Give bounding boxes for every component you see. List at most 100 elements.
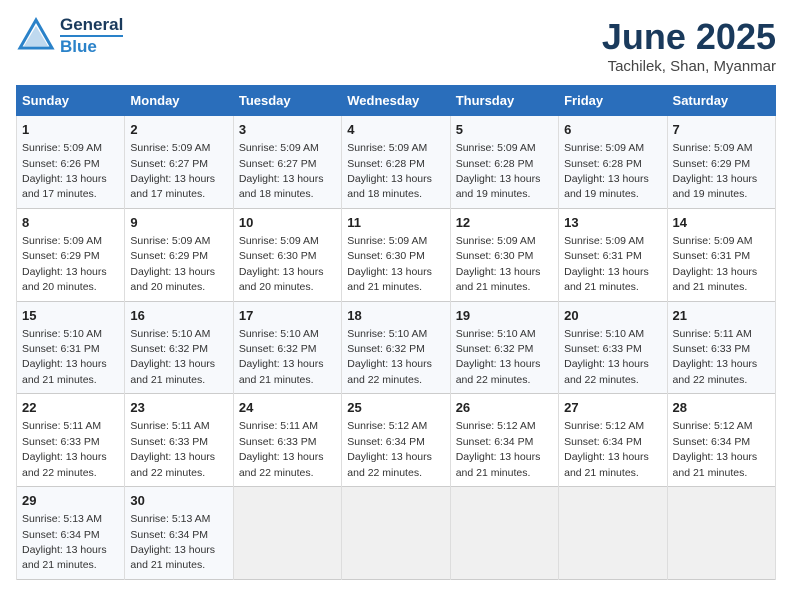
calendar-cell: 4 Sunrise: 5:09 AMSunset: 6:28 PMDayligh… — [342, 116, 450, 209]
calendar-cell: 6 Sunrise: 5:09 AMSunset: 6:28 PMDayligh… — [559, 116, 667, 209]
main-title: June 2025 — [602, 16, 776, 58]
logo-line2: Blue — [60, 35, 123, 57]
calendar-cell: 25 Sunrise: 5:12 AMSunset: 6:34 PMDaylig… — [342, 394, 450, 487]
cell-sunrise: Sunrise: 5:09 AMSunset: 6:27 PMDaylight:… — [239, 142, 324, 200]
day-number: 24 — [239, 399, 336, 417]
day-number: 7 — [673, 121, 770, 139]
calendar-cell: 12 Sunrise: 5:09 AMSunset: 6:30 PMDaylig… — [450, 208, 558, 301]
cell-sunrise: Sunrise: 5:12 AMSunset: 6:34 PMDaylight:… — [564, 420, 649, 478]
day-number: 26 — [456, 399, 553, 417]
cell-sunrise: Sunrise: 5:09 AMSunset: 6:31 PMDaylight:… — [673, 235, 758, 293]
calendar-cell: 14 Sunrise: 5:09 AMSunset: 6:31 PMDaylig… — [667, 208, 775, 301]
cell-sunrise: Sunrise: 5:10 AMSunset: 6:32 PMDaylight:… — [130, 328, 215, 386]
cell-sunrise: Sunrise: 5:11 AMSunset: 6:33 PMDaylight:… — [130, 420, 215, 478]
day-number: 2 — [130, 121, 227, 139]
header: General Blue June 2025 Tachilek, Shan, M… — [16, 16, 776, 75]
cell-sunrise: Sunrise: 5:09 AMSunset: 6:26 PMDaylight:… — [22, 142, 107, 200]
day-number: 30 — [130, 492, 227, 510]
day-number: 11 — [347, 214, 444, 232]
calendar-week-row: 29 Sunrise: 5:13 AMSunset: 6:34 PMDaylig… — [17, 487, 776, 580]
cell-sunrise: Sunrise: 5:09 AMSunset: 6:30 PMDaylight:… — [347, 235, 432, 293]
day-number: 1 — [22, 121, 119, 139]
calendar-cell — [342, 487, 450, 580]
calendar-cell: 1 Sunrise: 5:09 AMSunset: 6:26 PMDayligh… — [17, 116, 125, 209]
header-wednesday: Wednesday — [342, 86, 450, 116]
cell-sunrise: Sunrise: 5:10 AMSunset: 6:31 PMDaylight:… — [22, 328, 107, 386]
cell-sunrise: Sunrise: 5:10 AMSunset: 6:32 PMDaylight:… — [456, 328, 541, 386]
calendar-cell: 23 Sunrise: 5:11 AMSunset: 6:33 PMDaylig… — [125, 394, 233, 487]
calendar-table: Sunday Monday Tuesday Wednesday Thursday… — [16, 85, 776, 580]
cell-sunrise: Sunrise: 5:10 AMSunset: 6:33 PMDaylight:… — [564, 328, 649, 386]
calendar-week-row: 8 Sunrise: 5:09 AMSunset: 6:29 PMDayligh… — [17, 208, 776, 301]
subtitle: Tachilek, Shan, Myanmar — [602, 58, 776, 75]
calendar-cell: 22 Sunrise: 5:11 AMSunset: 6:33 PMDaylig… — [17, 394, 125, 487]
calendar-cell: 16 Sunrise: 5:10 AMSunset: 6:32 PMDaylig… — [125, 301, 233, 394]
day-number: 6 — [564, 121, 661, 139]
day-number: 16 — [130, 307, 227, 325]
day-number: 13 — [564, 214, 661, 232]
cell-sunrise: Sunrise: 5:09 AMSunset: 6:29 PMDaylight:… — [130, 235, 215, 293]
calendar-cell: 10 Sunrise: 5:09 AMSunset: 6:30 PMDaylig… — [233, 208, 341, 301]
day-number: 8 — [22, 214, 119, 232]
cell-sunrise: Sunrise: 5:12 AMSunset: 6:34 PMDaylight:… — [673, 420, 758, 478]
logo: General Blue — [16, 16, 123, 56]
day-number: 21 — [673, 307, 770, 325]
day-number: 12 — [456, 214, 553, 232]
cell-sunrise: Sunrise: 5:09 AMSunset: 6:29 PMDaylight:… — [22, 235, 107, 293]
day-number: 25 — [347, 399, 444, 417]
calendar-cell: 17 Sunrise: 5:10 AMSunset: 6:32 PMDaylig… — [233, 301, 341, 394]
day-number: 27 — [564, 399, 661, 417]
calendar-cell: 7 Sunrise: 5:09 AMSunset: 6:29 PMDayligh… — [667, 116, 775, 209]
cell-sunrise: Sunrise: 5:10 AMSunset: 6:32 PMDaylight:… — [239, 328, 324, 386]
cell-sunrise: Sunrise: 5:09 AMSunset: 6:28 PMDaylight:… — [564, 142, 649, 200]
calendar-cell: 13 Sunrise: 5:09 AMSunset: 6:31 PMDaylig… — [559, 208, 667, 301]
cell-sunrise: Sunrise: 5:11 AMSunset: 6:33 PMDaylight:… — [673, 328, 758, 386]
calendar-cell: 19 Sunrise: 5:10 AMSunset: 6:32 PMDaylig… — [450, 301, 558, 394]
cell-sunrise: Sunrise: 5:09 AMSunset: 6:27 PMDaylight:… — [130, 142, 215, 200]
day-number: 9 — [130, 214, 227, 232]
calendar-cell: 21 Sunrise: 5:11 AMSunset: 6:33 PMDaylig… — [667, 301, 775, 394]
calendar-cell — [450, 487, 558, 580]
calendar-cell: 5 Sunrise: 5:09 AMSunset: 6:28 PMDayligh… — [450, 116, 558, 209]
cell-sunrise: Sunrise: 5:11 AMSunset: 6:33 PMDaylight:… — [239, 420, 324, 478]
calendar-cell: 30 Sunrise: 5:13 AMSunset: 6:34 PMDaylig… — [125, 487, 233, 580]
calendar-cell — [667, 487, 775, 580]
calendar-cell: 20 Sunrise: 5:10 AMSunset: 6:33 PMDaylig… — [559, 301, 667, 394]
header-thursday: Thursday — [450, 86, 558, 116]
calendar-cell: 28 Sunrise: 5:12 AMSunset: 6:34 PMDaylig… — [667, 394, 775, 487]
cell-sunrise: Sunrise: 5:11 AMSunset: 6:33 PMDaylight:… — [22, 420, 107, 478]
calendar-cell: 29 Sunrise: 5:13 AMSunset: 6:34 PMDaylig… — [17, 487, 125, 580]
calendar-cell: 27 Sunrise: 5:12 AMSunset: 6:34 PMDaylig… — [559, 394, 667, 487]
day-number: 19 — [456, 307, 553, 325]
day-number: 29 — [22, 492, 119, 510]
calendar-cell: 26 Sunrise: 5:12 AMSunset: 6:34 PMDaylig… — [450, 394, 558, 487]
calendar-cell: 9 Sunrise: 5:09 AMSunset: 6:29 PMDayligh… — [125, 208, 233, 301]
header-monday: Monday — [125, 86, 233, 116]
day-number: 5 — [456, 121, 553, 139]
day-number: 15 — [22, 307, 119, 325]
logo-icon — [16, 16, 56, 56]
calendar-cell — [233, 487, 341, 580]
day-number: 22 — [22, 399, 119, 417]
cell-sunrise: Sunrise: 5:10 AMSunset: 6:32 PMDaylight:… — [347, 328, 432, 386]
calendar-cell: 2 Sunrise: 5:09 AMSunset: 6:27 PMDayligh… — [125, 116, 233, 209]
cell-sunrise: Sunrise: 5:09 AMSunset: 6:29 PMDaylight:… — [673, 142, 758, 200]
cell-sunrise: Sunrise: 5:09 AMSunset: 6:31 PMDaylight:… — [564, 235, 649, 293]
day-number: 17 — [239, 307, 336, 325]
header-tuesday: Tuesday — [233, 86, 341, 116]
calendar-week-row: 15 Sunrise: 5:10 AMSunset: 6:31 PMDaylig… — [17, 301, 776, 394]
calendar-cell: 24 Sunrise: 5:11 AMSunset: 6:33 PMDaylig… — [233, 394, 341, 487]
calendar-week-row: 1 Sunrise: 5:09 AMSunset: 6:26 PMDayligh… — [17, 116, 776, 209]
calendar-cell: 18 Sunrise: 5:10 AMSunset: 6:32 PMDaylig… — [342, 301, 450, 394]
cell-sunrise: Sunrise: 5:09 AMSunset: 6:28 PMDaylight:… — [456, 142, 541, 200]
calendar-cell: 11 Sunrise: 5:09 AMSunset: 6:30 PMDaylig… — [342, 208, 450, 301]
cell-sunrise: Sunrise: 5:09 AMSunset: 6:30 PMDaylight:… — [239, 235, 324, 293]
calendar-cell: 3 Sunrise: 5:09 AMSunset: 6:27 PMDayligh… — [233, 116, 341, 209]
cell-sunrise: Sunrise: 5:13 AMSunset: 6:34 PMDaylight:… — [130, 513, 215, 571]
calendar-week-row: 22 Sunrise: 5:11 AMSunset: 6:33 PMDaylig… — [17, 394, 776, 487]
logo-line1: General — [60, 16, 123, 35]
cell-sunrise: Sunrise: 5:12 AMSunset: 6:34 PMDaylight:… — [347, 420, 432, 478]
calendar-cell: 15 Sunrise: 5:10 AMSunset: 6:31 PMDaylig… — [17, 301, 125, 394]
day-number: 4 — [347, 121, 444, 139]
day-number: 3 — [239, 121, 336, 139]
